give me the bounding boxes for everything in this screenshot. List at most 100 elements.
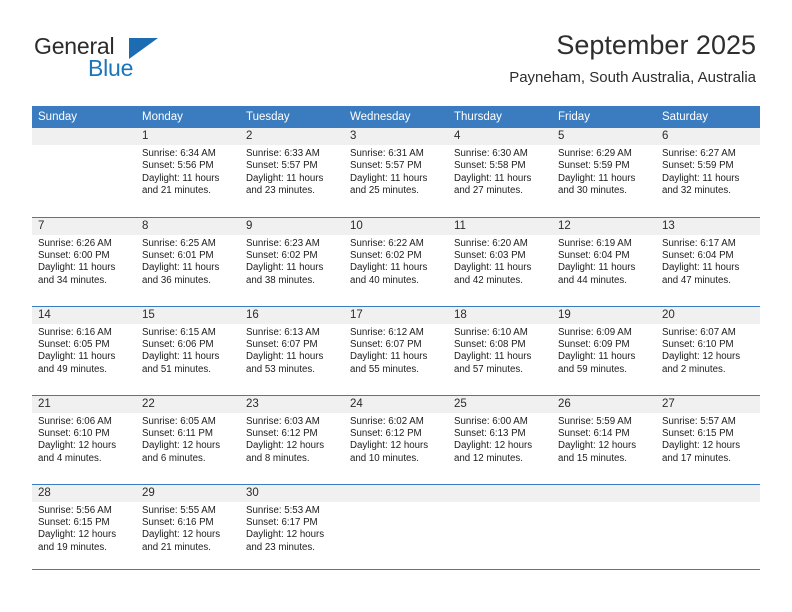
calendar-day-cell[interactable]: 19 Sunrise: 6:09 AM Sunset: 6:09 PM Dayligh… (552, 305, 656, 395)
daylight-line-1: Daylight: 11 hours (350, 262, 428, 274)
daylight-line-2: and 12 minutes. (454, 452, 523, 464)
day-number: 11 (448, 217, 552, 235)
day-details: Sunrise: 6:03 AM Sunset: 6:12 PM Daylight:… (240, 413, 344, 466)
sunset-time: Sunset: 6:12 PM (246, 427, 318, 439)
calendar-day-cell[interactable]: 15 Sunrise: 6:15 AM Sunset: 6:06 PM Dayligh… (136, 305, 240, 395)
day-number: 8 (136, 217, 240, 235)
day-details: Sunrise: 5:59 AM Sunset: 6:14 PM Daylight:… (552, 413, 656, 466)
day-number: 30 (240, 484, 344, 502)
sunrise-time: Sunrise: 6:12 AM (350, 326, 424, 338)
sunset-time: Sunset: 6:11 PM (142, 427, 213, 439)
sunrise-time: Sunrise: 6:27 AM (662, 148, 736, 159)
calendar-day-cell[interactable]: 12 Sunrise: 6:19 AM Sunset: 6:04 PM Dayligh… (552, 216, 656, 306)
daylight-line-2: and 27 minutes. (454, 185, 523, 197)
sunrise-time: Sunrise: 6:20 AM (454, 237, 528, 249)
sunset-time: Sunset: 6:05 PM (38, 338, 110, 350)
day-details: Sunrise: 6:02 AM Sunset: 6:12 PM Daylight:… (344, 413, 448, 466)
sunrise-time: Sunrise: 5:57 AM (662, 415, 736, 427)
calendar-day-cell[interactable]: 30 Sunrise: 5:53 AM Sunset: 6:17 PM Dayligh… (240, 483, 344, 573)
sunrise-time: Sunrise: 6:05 AM (142, 415, 216, 427)
calendar-day-cell[interactable]: 29 Sunrise: 5:55 AM Sunset: 6:16 PM Dayligh… (136, 483, 240, 573)
calendar-day-cell[interactable]: 1 Sunrise: 6:34 AM Sunset: 5:56 PM Daylight… (136, 128, 240, 217)
day-details: Sunrise: 6:27 AM Sunset: 5:59 PM Daylight:… (656, 145, 760, 198)
calendar-day-cell-empty (552, 483, 656, 573)
sunrise-time: Sunrise: 6:16 AM (38, 326, 112, 338)
daylight-line-1: Daylight: 12 hours (454, 440, 533, 452)
sunrise-time: Sunrise: 6:02 AM (350, 415, 424, 427)
day-number: 14 (32, 306, 136, 324)
calendar-day-cell[interactable]: 10 Sunrise: 6:22 AM Sunset: 6:02 PM Dayligh… (344, 216, 448, 306)
day-number: 28 (32, 484, 136, 502)
calendar-week-row: 21 Sunrise: 6:06 AM Sunset: 6:10 PM Dayligh… (32, 394, 760, 484)
day-details: Sunrise: 6:33 AM Sunset: 5:57 PM Daylight:… (240, 145, 344, 198)
daylight-line-2: and 30 minutes. (558, 185, 627, 197)
day-details: Sunrise: 6:19 AM Sunset: 6:04 PM Daylight:… (552, 235, 656, 288)
day-number: 29 (136, 484, 240, 502)
calendar-body: 1 Sunrise: 6:34 AM Sunset: 5:56 PM Daylight… (32, 128, 760, 573)
daylight-line-2: and 6 minutes. (142, 452, 206, 464)
sunrise-time: Sunrise: 6:22 AM (350, 237, 424, 249)
calendar-day-cell[interactable]: 17 Sunrise: 6:12 AM Sunset: 6:07 PM Dayligh… (344, 305, 448, 395)
calendar-day-cell[interactable]: 25 Sunrise: 6:00 AM Sunset: 6:13 PM Dayligh… (448, 394, 552, 484)
calendar-day-cell[interactable]: 26 Sunrise: 5:59 AM Sunset: 6:14 PM Dayligh… (552, 394, 656, 484)
daylight-line-2: and 25 minutes. (350, 185, 419, 197)
calendar-day-cell[interactable]: 8 Sunrise: 6:25 AM Sunset: 6:01 PM Daylight… (136, 216, 240, 306)
sunset-time: Sunset: 6:06 PM (142, 338, 214, 350)
day-details: Sunrise: 6:10 AM Sunset: 6:08 PM Daylight:… (448, 324, 552, 377)
day-number: 5 (552, 128, 656, 145)
calendar-day-cell[interactable]: 6 Sunrise: 6:27 AM Sunset: 5:59 PM Daylight… (656, 128, 760, 217)
calendar-day-cell[interactable]: 21 Sunrise: 6:06 AM Sunset: 6:10 PM Dayligh… (32, 394, 136, 484)
sunset-time: Sunset: 5:59 PM (662, 160, 734, 172)
calendar-day-cell[interactable]: 22 Sunrise: 6:05 AM Sunset: 6:11 PM Dayligh… (136, 394, 240, 484)
calendar-day-cell[interactable]: 7 Sunrise: 6:26 AM Sunset: 6:00 PM Daylight… (32, 216, 136, 306)
day-number: 10 (344, 217, 448, 235)
sunset-time: Sunset: 6:16 PM (142, 516, 214, 528)
calendar-day-cell[interactable]: 3 Sunrise: 6:31 AM Sunset: 5:57 PM Daylight… (344, 128, 448, 217)
sunrise-time: Sunrise: 6:17 AM (662, 237, 736, 249)
day-number: 22 (136, 395, 240, 413)
sunrise-time: Sunrise: 6:00 AM (454, 415, 528, 427)
daylight-line-1: Daylight: 12 hours (38, 529, 117, 541)
daylight-line-2: and 47 minutes. (662, 274, 731, 286)
calendar-day-cell[interactable]: 24 Sunrise: 6:02 AM Sunset: 6:12 PM Dayligh… (344, 394, 448, 484)
calendar-day-cell[interactable]: 2 Sunrise: 6:33 AM Sunset: 5:57 PM Daylight… (240, 128, 344, 217)
calendar-week-row: 14 Sunrise: 6:16 AM Sunset: 6:05 PM Dayligh… (32, 305, 760, 395)
day-details: Sunrise: 6:20 AM Sunset: 6:03 PM Daylight:… (448, 235, 552, 288)
calendar-day-cell[interactable]: 9 Sunrise: 6:23 AM Sunset: 6:02 PM Daylight… (240, 216, 344, 306)
day-number (552, 484, 656, 502)
sunset-time: Sunset: 6:15 PM (662, 427, 734, 439)
sunset-time: Sunset: 6:10 PM (662, 338, 734, 350)
daylight-line-2: and 44 minutes. (558, 274, 627, 286)
daylight-line-2: and 32 minutes. (662, 185, 731, 197)
calendar-day-cell[interactable]: 28 Sunrise: 5:56 AM Sunset: 6:15 PM Dayligh… (32, 483, 136, 573)
calendar-day-cell[interactable]: 4 Sunrise: 6:30 AM Sunset: 5:58 PM Daylight… (448, 128, 552, 217)
day-number: 16 (240, 306, 344, 324)
day-number: 9 (240, 217, 344, 235)
day-number: 19 (552, 306, 656, 324)
daylight-line-1: Daylight: 11 hours (454, 172, 532, 184)
daylight-line-2: and 51 minutes. (142, 363, 211, 375)
calendar-day-cell[interactable]: 20 Sunrise: 6:07 AM Sunset: 6:10 PM Dayligh… (656, 305, 760, 395)
day-details: Sunrise: 6:22 AM Sunset: 6:02 PM Daylight:… (344, 235, 448, 288)
sunrise-time: Sunrise: 6:33 AM (246, 148, 320, 159)
calendar-day-cell[interactable]: 23 Sunrise: 6:03 AM Sunset: 6:12 PM Dayligh… (240, 394, 344, 484)
calendar-header-row: Sunday Monday Tuesday Wednesday Thursday… (32, 106, 760, 128)
calendar-day-cell[interactable]: 11 Sunrise: 6:20 AM Sunset: 6:03 PM Dayligh… (448, 216, 552, 306)
daylight-line-2: and 15 minutes. (558, 452, 627, 464)
sunset-time: Sunset: 6:02 PM (350, 249, 422, 261)
sunset-time: Sunset: 6:10 PM (38, 427, 110, 439)
daylight-line-2: and 21 minutes. (142, 541, 211, 553)
daylight-line-2: and 19 minutes. (38, 541, 107, 553)
calendar-day-cell[interactable]: 18 Sunrise: 6:10 AM Sunset: 6:08 PM Dayligh… (448, 305, 552, 395)
calendar-day-cell-empty (448, 483, 552, 573)
calendar-day-cell[interactable]: 14 Sunrise: 6:16 AM Sunset: 6:05 PM Dayligh… (32, 305, 136, 395)
calendar-day-cell[interactable]: 16 Sunrise: 6:13 AM Sunset: 6:07 PM Dayligh… (240, 305, 344, 395)
brand-logo[interactable]: General Blue (34, 33, 214, 85)
sunrise-time: Sunrise: 6:25 AM (142, 237, 216, 249)
calendar-day-cell[interactable]: 5 Sunrise: 6:29 AM Sunset: 5:59 PM Daylight… (552, 128, 656, 217)
daylight-line-1: Daylight: 11 hours (558, 351, 636, 363)
calendar-day-cell[interactable]: 27 Sunrise: 5:57 AM Sunset: 6:15 PM Dayligh… (656, 394, 760, 484)
calendar-day-cell[interactable]: 13 Sunrise: 6:17 AM Sunset: 6:04 PM Dayligh… (656, 216, 760, 306)
sunset-time: Sunset: 6:09 PM (558, 338, 630, 350)
daylight-line-2: and 38 minutes. (246, 274, 315, 286)
